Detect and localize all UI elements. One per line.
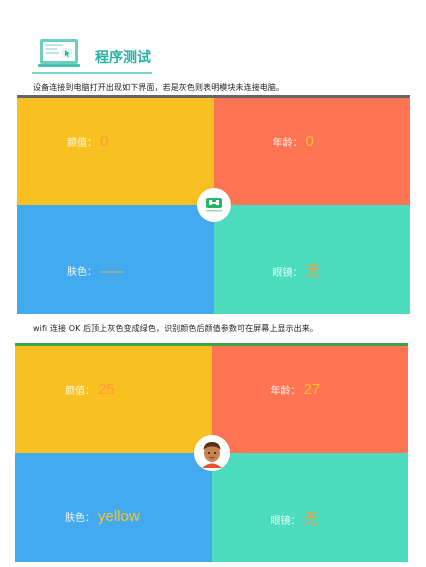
skin-quadrant: 肤色： ------	[17, 204, 214, 314]
age-quadrant: 年龄： 0	[213, 95, 410, 205]
age-label: 年龄：	[270, 386, 301, 397]
appearance-quadrant: 颜值： 0	[17, 95, 214, 205]
screen-panel-disconnected: 颜值： 0 年龄： 0 肤色： ------ 眼镜：无	[17, 95, 410, 314]
connection-status-bar	[15, 343, 408, 346]
skin-value: ------	[100, 263, 124, 278]
page-title: 程序测试	[95, 50, 151, 66]
caption-disconnected: 设备连接到电脑打开出现如下界面，若是灰色则表明模块未连接电脑。	[33, 83, 285, 92]
skin-quadrant: 肤色： yellow	[15, 452, 212, 562]
avatar-icon	[193, 434, 230, 471]
glasses-value: 无	[303, 509, 319, 528]
skin-label: 肤色：	[67, 266, 97, 278]
appearance-label: 颜值：	[67, 138, 97, 149]
screen-panel-connected: 颜值： 25 年龄： 27 肤色： yellow 眼镜：无	[15, 343, 408, 562]
glasses-label: 眼镜：	[272, 267, 303, 279]
glasses-quadrant: 眼镜：无	[211, 452, 408, 562]
age-quadrant: 年龄： 27	[211, 343, 408, 453]
appearance-quadrant: 颜值： 25	[15, 343, 212, 453]
header-divider	[32, 72, 152, 74]
skin-label: 肤色：	[65, 512, 95, 524]
glasses-label: 眼镜：	[270, 515, 301, 527]
skin-value: yellow	[98, 507, 140, 525]
age-value: 27	[303, 381, 321, 398]
appearance-value: 0	[100, 133, 109, 150]
age-value: 0	[305, 133, 314, 150]
computer-icon	[38, 38, 82, 68]
appearance-label: 颜值：	[65, 386, 95, 397]
glasses-value: 无	[305, 261, 321, 280]
module-logo-icon	[196, 187, 231, 222]
connection-status-bar	[17, 95, 410, 98]
appearance-value: 25	[98, 381, 115, 398]
glasses-quadrant: 眼镜：无	[213, 204, 410, 314]
age-label: 年龄：	[272, 138, 303, 149]
caption-connected: wifi 连接 OK 后顶上灰色变成绿色，识别颜色后颜值参数可在屏幕上显示出来。	[33, 324, 318, 333]
